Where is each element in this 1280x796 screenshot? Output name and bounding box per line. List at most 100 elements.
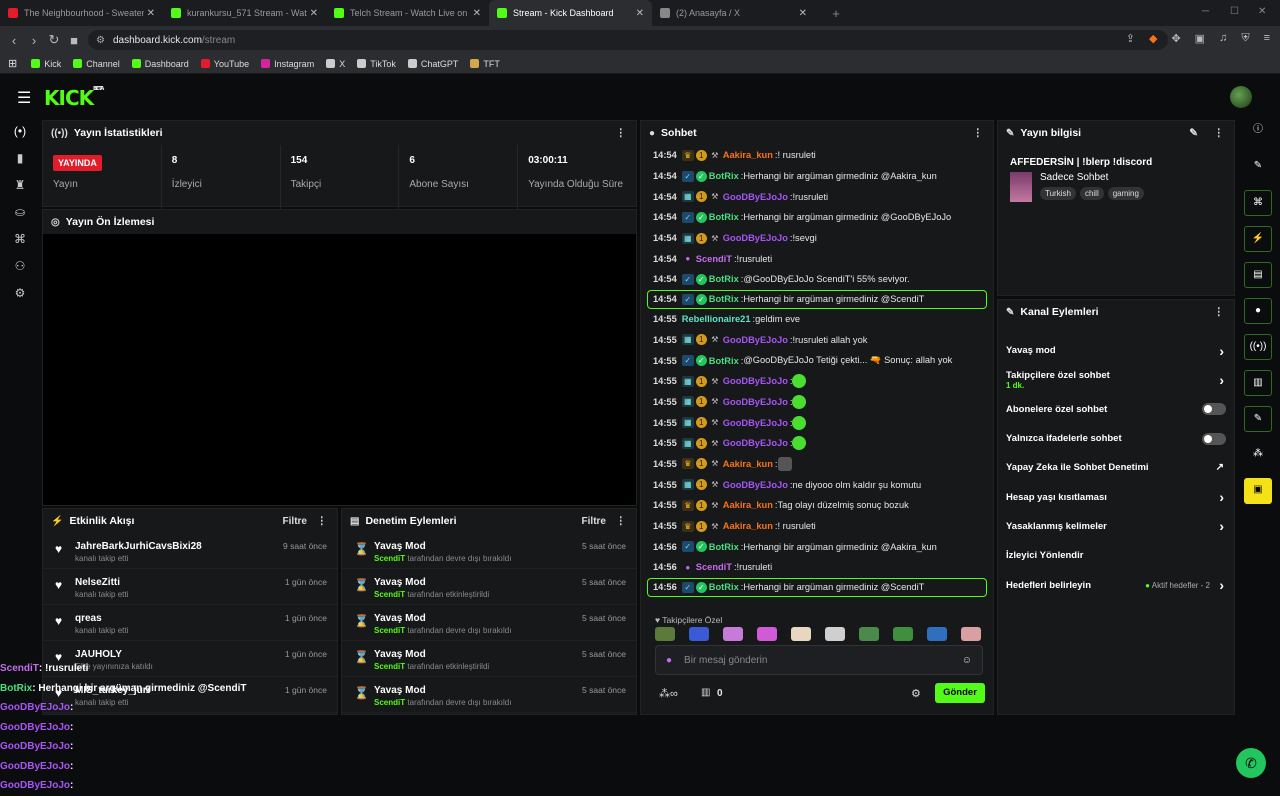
emote-5[interactable] [791,627,811,641]
bookmark-item[interactable]: YouTube [200,59,249,69]
chat-input[interactable]: ● Bir mesaj gönderin ☺ [655,645,983,675]
chat-username[interactable]: BotRix [709,294,739,304]
chat-message[interactable]: 14:54 ● ScendiT: !rusruleti [641,248,993,269]
browser-tab[interactable]: kurankursu_571 Stream - Watch Live✕ [163,0,326,26]
hamburger-menu-icon[interactable]: ☰ [17,88,31,108]
chat-username[interactable]: BotRix [709,356,739,366]
browser-tab[interactable]: Stream - Kick Dashboard ✕ [489,0,652,26]
chat-message[interactable]: 14:55 ▦ 1 ⚒ GooDByEJoJo: [641,412,993,433]
emote-8[interactable] [893,627,913,641]
chat-message[interactable]: 14:54 ✓ ✓ BotRix: @GooDByEJoJo ScendiT'i 55… [641,269,993,290]
chat-message[interactable]: 14:55 ♛ 1 ⚒ Aakira_kun: Tag olayı düzelmiş s… [641,495,993,516]
chat-username[interactable]: GooDByEJoJo [723,418,788,428]
vpn-icon[interactable]: ⛨ [1241,32,1249,45]
close-tab-icon[interactable]: ✕ [473,8,481,19]
chat-username[interactable]: BotRix [709,212,739,222]
chat-message[interactable]: 14:54 ✓ ✓ BotRix: Herhangi bir argüman girm… [641,166,993,187]
maximize-button[interactable]: ☐ [1230,6,1239,17]
screenshot-icon[interactable]: ▣ [1195,32,1205,45]
channel-action-2[interactable]: Abonelere özel sohbet [998,395,1234,424]
moderation-item[interactable]: ⌛ Yavaş Mod ScendiT tarafından etkinleştir… [342,569,636,605]
channel-action-4[interactable]: Yapay Zeka ile Sohbet Denetimi ↗ [998,453,1234,482]
address-bar[interactable]: ⚙ dashboard.kick.com/stream [88,30,1168,50]
channel-action-5[interactable]: Hesap yaşı kısıtlaması › [998,482,1234,511]
edit-icon[interactable]: ✎ [1189,127,1198,139]
nav-clips-icon[interactable]: ⌘ [0,226,40,253]
chat-username[interactable]: GooDByEJoJo [723,480,788,490]
chat-message[interactable]: 14:55 ♛ 1 ⚒ Aakira_kun: [641,454,993,475]
emote-9[interactable] [927,627,947,641]
chat-message[interactable]: 14:55 ▦ 1 ⚒ GooDByEJoJo: !rusruleti allah yo… [641,330,993,351]
more-options-icon[interactable]: ⋮ [1214,306,1225,318]
bookmark-item[interactable]: Instagram [261,59,314,69]
site-info-icon[interactable]: ⚙ [96,35,105,46]
chat-username[interactable]: Aakira_kun [723,521,773,531]
chat-username[interactable]: BotRix [709,171,739,181]
chat-username[interactable]: BotRix [709,542,739,552]
channel-action-8[interactable]: Hedefleri belirleyin ● Aktif hedefler - 2… [998,570,1234,599]
user-avatar[interactable] [1230,86,1252,108]
chat-username[interactable]: GooDByEJoJo [723,376,788,386]
channel-action-0[interactable]: Yavaş mod › [998,336,1234,365]
chat-message[interactable]: 14:55 ♛ 1 ⚒ Aakira_kun: ! rusruleti [641,516,993,537]
toggle-switch[interactable] [1202,403,1226,416]
activity-item[interactable]: ♥ JahreBarkJurhiCavsBixi28 kanalı takip et… [43,533,337,569]
channel-action-6[interactable]: Yasaklanmış kelimeler › [998,512,1234,541]
chat-username[interactable]: GooDByEJoJo [723,192,788,202]
more-options-icon[interactable]: ⋮ [1214,127,1225,139]
help-chat-button[interactable]: ✆ [1236,748,1266,778]
browser-tab[interactable]: The Neighbourhood - Sweater W ✕ [0,0,163,26]
bookmark-item[interactable]: TFT [470,59,500,69]
list-tool-icon[interactable]: ▤ [1244,262,1272,288]
send-button[interactable]: Gönder [935,683,985,703]
more-options-icon[interactable]: ⋮ [616,515,627,527]
bookmark-item[interactable]: TikTok [357,59,396,69]
chat-username[interactable]: GooDByEJoJo [723,438,788,448]
stream-tag[interactable]: Turkish [1040,187,1076,200]
apps-icon[interactable]: ⊞ [8,57,17,70]
chat-username[interactable]: ScendiT [696,562,732,572]
emote-10[interactable] [961,627,981,641]
wrench-tool-icon[interactable]: ✎ [1244,406,1272,432]
new-tab-button[interactable]: + [826,6,846,21]
gift-icon[interactable]: ▥ [701,687,710,698]
nav-analytics-icon[interactable]: ▮ [0,145,40,172]
emote-7[interactable] [859,627,879,641]
chat-message[interactable]: 14:56 ✓ ✓ BotRix: Herhangi bir argüman girm… [647,577,987,597]
info-icon[interactable]: ⓘ [1244,118,1272,144]
toggle-switch[interactable] [1202,432,1226,445]
menu-icon[interactable]: ≡ [1264,32,1270,45]
nav-stream-icon[interactable]: (•) [0,118,40,145]
stream-tag[interactable]: chill [1079,187,1104,200]
emote-3[interactable] [723,627,743,641]
nav-trophy-icon[interactable]: ♜ [0,172,40,199]
chat-username[interactable]: GooDByEJoJo [723,335,788,345]
close-tab-icon[interactable]: ✕ [147,8,155,19]
broadcast-tool-icon[interactable]: ((•)) [1244,334,1272,360]
close-tab-icon[interactable]: ✕ [310,8,318,19]
chat-message[interactable]: 14:55 ▦ 1 ⚒ GooDByEJoJo: [641,433,993,454]
chat-message[interactable]: 14:54 ✓ ✓ BotRix: Herhangi bir argüman girm… [647,289,987,309]
chat-message[interactable]: 14:55 ▦ 1 ⚒ GooDByEJoJo: [641,392,993,413]
activity-item[interactable]: ♥ NelseZitti kanalı takip etti 1 gün önce [43,569,337,605]
moderation-tool-icon[interactable]: ▥ [1244,370,1272,396]
channel-action-1[interactable]: Takipçilere özel sohbet 1 dk. › [998,365,1234,394]
kick-logo[interactable]: KICKBETA [44,86,104,110]
chat-username[interactable]: BotRix [709,582,739,592]
chat-message[interactable]: 14:55 ▦ 1 ⚒ GooDByEJoJo: [641,371,993,392]
community-tool-icon[interactable]: ⁂ [1244,442,1272,468]
bookmark-item[interactable]: Kick [31,59,61,69]
more-options-icon[interactable]: ⋮ [973,127,984,139]
stream-tag[interactable]: gaming [1107,187,1144,200]
bookmark-item[interactable]: Channel [73,59,120,69]
close-window-button[interactable]: ✕ [1258,6,1266,17]
pencil-icon[interactable]: ✎ [1244,154,1272,180]
special-tool-icon[interactable]: ▣ [1244,478,1272,504]
chat-message[interactable]: 14:54 ♛ 1 ⚒ Aakira_kun: ! rusruleti [641,145,993,166]
extensions-icon[interactable]: ✥ [1171,32,1180,45]
channel-action-3[interactable]: Yalnızca ifadelerle sohbet [998,424,1234,453]
browser-tab[interactable]: Telch Stream - Watch Live on Kick✕ [326,0,489,26]
nav-community-icon[interactable]: ⛀ [0,199,40,226]
chat-tool-icon[interactable]: ● [1244,298,1272,324]
chat-username[interactable]: Aakira_kun [723,150,773,160]
